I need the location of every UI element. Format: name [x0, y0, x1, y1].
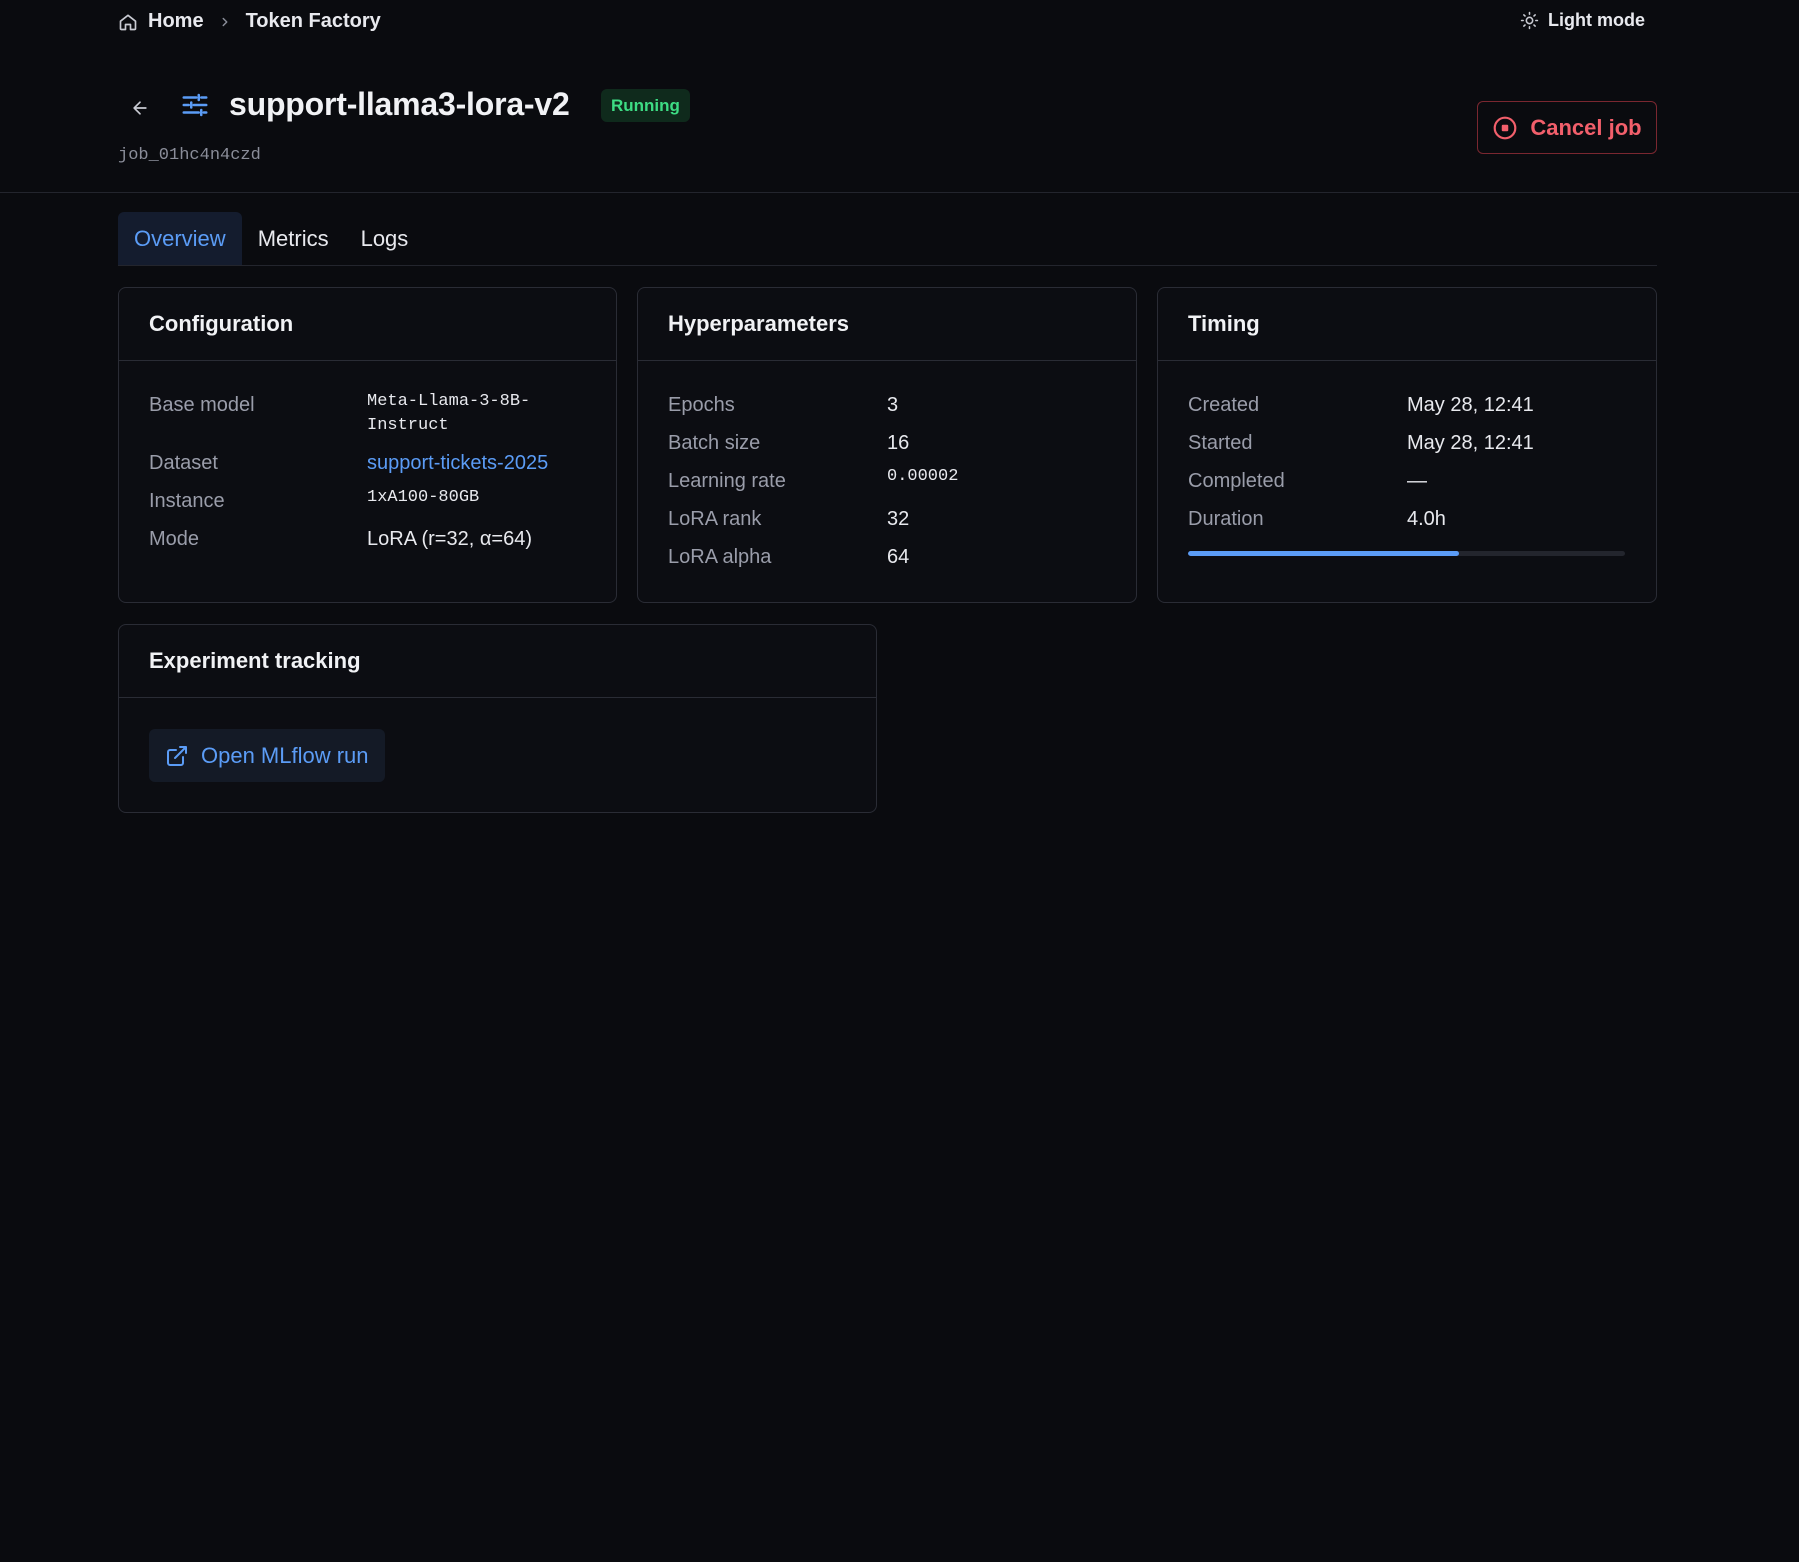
row-value: — [1407, 470, 1427, 492]
breadcrumb-home[interactable]: Home [118, 10, 204, 33]
external-link-icon [167, 745, 187, 766]
duration-progress-bar [1188, 551, 1625, 556]
base-model-line1: Meta-Llama-3-8B- [367, 392, 531, 411]
tab-metrics[interactable]: Metrics [242, 212, 345, 265]
row-label: Instance [149, 490, 225, 512]
row-label: Created [1188, 394, 1260, 416]
back-button[interactable] [124, 92, 156, 124]
row-value: Meta-Llama-3-8B- Instruct [367, 390, 530, 438]
job-header: support-llama3-lora-v2 Running job_01hc4… [0, 48, 1799, 193]
open-mlflow-run-label: Open MLflow run [201, 742, 369, 768]
card-title: Hyperparameters [638, 288, 1136, 361]
hyperparameters-card: Hyperparameters Epochs 3 Batch size 16 L… [637, 287, 1137, 603]
card-title: Experiment tracking [119, 625, 876, 698]
tab-bar: Overview Metrics Logs [118, 212, 1657, 266]
row-value: 4.0h [1407, 508, 1446, 530]
row-label: Mode [149, 528, 200, 550]
open-mlflow-run-button[interactable]: Open MLflow run [149, 729, 385, 782]
breadcrumb-current[interactable]: Token Factory [246, 10, 381, 33]
base-model-line2: Instruct [367, 416, 449, 435]
row-value: 0.00002 [887, 467, 959, 486]
cancel-job-label: Cancel job [1530, 114, 1642, 140]
chevron-right-icon [218, 15, 232, 29]
row-label: Learning rate [668, 470, 786, 492]
row-label: Base model [149, 394, 255, 416]
row-value: 3 [887, 394, 899, 416]
duration-progress-fill [1188, 551, 1459, 556]
sliders-icon [180, 90, 210, 125]
row-value: May 28, 12:41 [1407, 432, 1534, 454]
row-value: LoRA (r=32, α=64) [367, 528, 532, 550]
job-id: job_01hc4n4czd [118, 146, 261, 165]
sun-icon [1520, 11, 1539, 30]
cancel-job-button[interactable]: Cancel job [1477, 101, 1657, 154]
tab-logs[interactable]: Logs [345, 212, 425, 265]
row-label: Dataset [149, 452, 218, 474]
timing-card: Timing Created May 28, 12:41 Started May… [1157, 287, 1657, 603]
stop-circle-icon [1494, 116, 1517, 139]
home-icon [119, 14, 137, 30]
row-value: May 28, 12:41 [1407, 394, 1534, 416]
arrow-left-icon [133, 101, 147, 115]
status-badge: Running [601, 89, 690, 122]
row-value: 32 [887, 508, 910, 530]
breadcrumb-home-label: Home [148, 10, 204, 32]
configuration-card: Configuration Base model Meta-Llama-3-8B… [118, 287, 617, 603]
top-bar: Home Token Factory Light mode [0, 0, 1799, 48]
card-title: Timing [1158, 288, 1656, 361]
light-mode-label: Light mode [1548, 10, 1645, 30]
light-mode-toggle[interactable]: Light mode [1520, 10, 1645, 31]
row-label: Completed [1188, 470, 1285, 492]
dataset-link[interactable]: support-tickets-2025 [367, 452, 548, 475]
row-label: Duration [1188, 508, 1264, 530]
page-title: support-llama3-lora-v2 [229, 86, 570, 122]
experiment-tracking-card: Experiment tracking Open MLflow run [118, 624, 877, 813]
row-value: 64 [887, 546, 910, 568]
tab-overview[interactable]: Overview [118, 212, 242, 265]
card-title: Configuration [119, 288, 616, 361]
row-label: Batch size [668, 432, 761, 454]
breadcrumb: Home Token Factory [118, 10, 381, 33]
row-label: Started [1188, 432, 1253, 454]
row-label: Epochs [668, 394, 735, 416]
row-value: 1xA100-80GB [367, 488, 480, 507]
row-label: LoRA alpha [668, 546, 772, 568]
row-value: 16 [887, 432, 910, 454]
row-label: LoRA rank [668, 508, 762, 530]
